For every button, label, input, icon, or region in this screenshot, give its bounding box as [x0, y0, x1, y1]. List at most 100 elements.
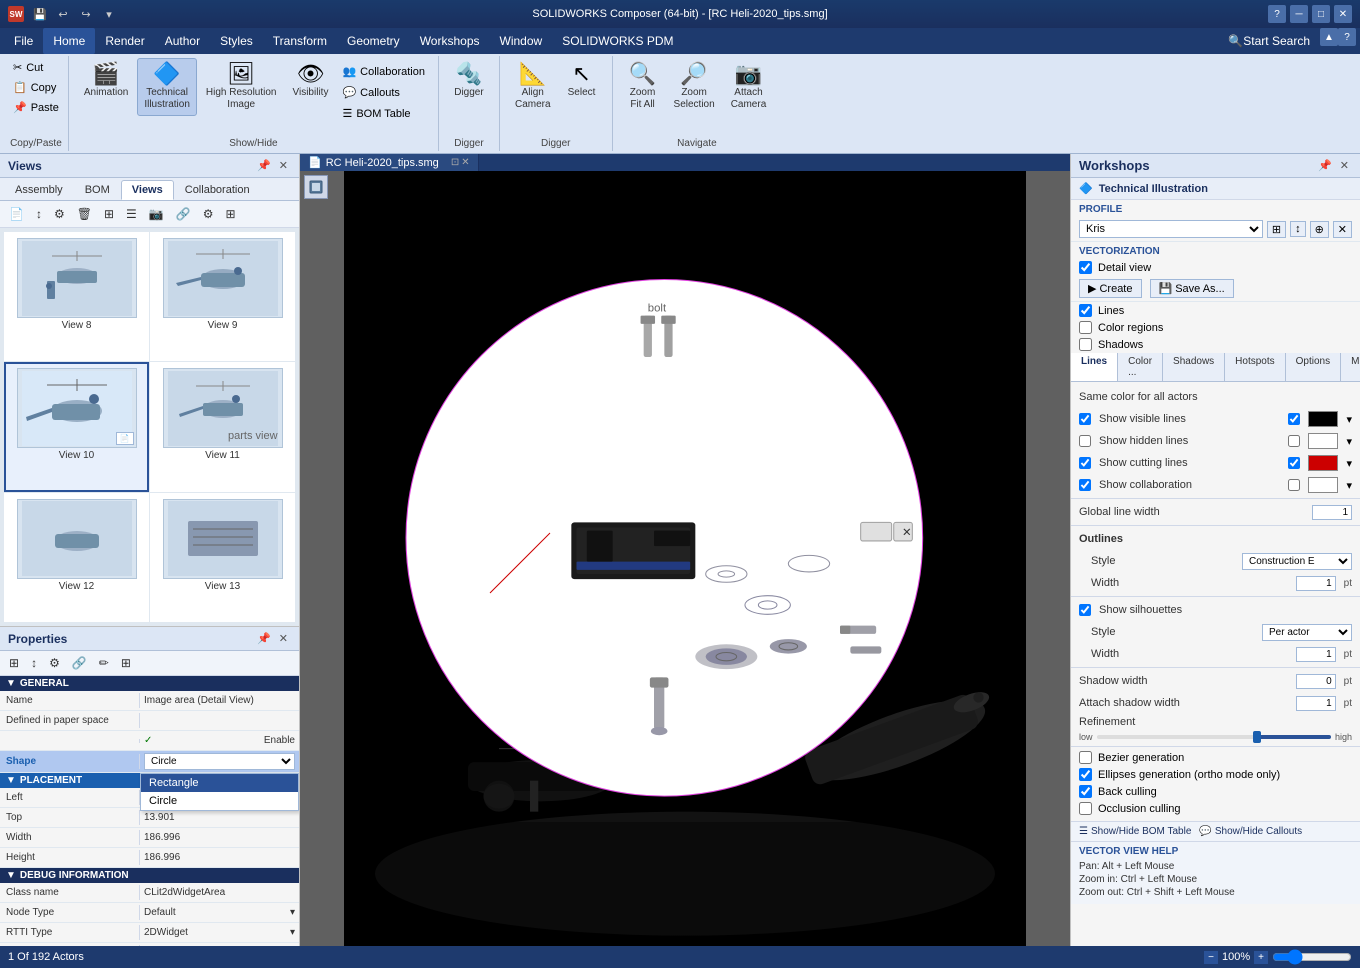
hidden-color-arrow[interactable]: ▾ [1346, 435, 1352, 448]
zoom-selection-button[interactable]: 🔎 ZoomSelection [667, 58, 722, 116]
shadow-width-input[interactable] [1296, 674, 1336, 689]
dropdown-option-rectangle[interactable]: Rectangle [141, 774, 298, 792]
props-btn-4[interactable]: 🔗 [67, 653, 92, 673]
outline-width-input[interactable] [1296, 576, 1336, 591]
tab-lines[interactable]: Lines [1071, 353, 1118, 381]
ribbon-minimize-button[interactable]: ▲ [1320, 28, 1338, 46]
zoom-in-button[interactable]: + [1254, 951, 1268, 964]
customize-qs-button[interactable]: ▾ [99, 5, 119, 23]
tab-hotspots[interactable]: Hotspots [1225, 353, 1285, 381]
show-collab-checkbox2[interactable] [1288, 479, 1300, 491]
props-btn-2[interactable]: ↕ [26, 653, 42, 673]
back-culling-checkbox[interactable] [1079, 785, 1092, 798]
menu-geometry[interactable]: Geometry [337, 28, 410, 54]
menu-workshops[interactable]: Workshops [410, 28, 490, 54]
props-btn-5[interactable]: ✏ [94, 653, 114, 673]
sil-width-input[interactable] [1296, 647, 1336, 662]
view-item-10[interactable]: 📄 View 10 [4, 362, 149, 491]
view-item-8[interactable]: View 8 [4, 232, 149, 361]
bezier-checkbox[interactable] [1079, 751, 1092, 764]
digger-button[interactable]: 🔩 Digger [447, 58, 491, 104]
style-select[interactable]: Construction E [1242, 553, 1352, 570]
attach-camera-button[interactable]: 📷 AttachCamera [724, 58, 774, 116]
menu-transform[interactable]: Transform [263, 28, 337, 54]
refinement-slider[interactable] [1097, 735, 1331, 739]
general-section-header[interactable]: ▼ GENERAL [0, 676, 299, 691]
panel-pin-button[interactable]: 📌 [254, 158, 274, 173]
props-pin-button[interactable]: 📌 [254, 631, 274, 646]
hidden-color-box[interactable] [1308, 433, 1338, 449]
float-button[interactable]: ⊡ [451, 157, 459, 168]
delete-button[interactable]: 🗑 [72, 204, 97, 224]
occlusion-checkbox[interactable] [1079, 802, 1092, 815]
minimize-button[interactable]: ─ [1290, 5, 1308, 23]
viewport-corner-button[interactable] [304, 175, 328, 199]
dropdown-option-circle[interactable]: Circle [141, 792, 298, 810]
color-regions-checkbox[interactable] [1079, 321, 1092, 334]
show-cutting-checkbox2[interactable] [1288, 457, 1300, 469]
menu-window[interactable]: Window [490, 28, 553, 54]
settings-button[interactable]: ⚙ [198, 204, 219, 224]
props-btn-6[interactable]: ⊞ [116, 653, 136, 673]
maximize-button[interactable]: □ [1312, 5, 1330, 23]
tab-bom[interactable]: BOM [74, 180, 121, 200]
props-close-button[interactable]: ✕ [276, 631, 291, 646]
close-button[interactable]: ✕ [1334, 5, 1352, 23]
redo-button[interactable]: ↪ [76, 5, 96, 23]
show-visible-checkbox2[interactable] [1288, 413, 1300, 425]
tab-shadows[interactable]: Shadows [1163, 353, 1225, 381]
filter-button[interactable]: ⚙ [49, 204, 70, 224]
debug-section-header[interactable]: ▼ DEBUG INFORMATION [0, 868, 299, 883]
copy-button[interactable]: 📋 Copy [8, 78, 64, 97]
workshops-pin-button[interactable]: 📌 [1315, 158, 1335, 173]
collab-color-box[interactable] [1308, 477, 1338, 493]
zoom-fit-button[interactable]: 🔍 ZoomFit All [621, 58, 665, 116]
show-visible-checkbox[interactable] [1079, 413, 1091, 425]
cutting-color-box[interactable] [1308, 455, 1338, 471]
align-camera-button[interactable]: 📐 AlignCamera [508, 58, 558, 116]
help-button[interactable]: ? [1268, 5, 1286, 23]
create-button[interactable]: ▶ Create [1079, 279, 1142, 298]
list-view-button[interactable]: ☰ [121, 204, 142, 224]
sil-style-select[interactable]: Per actor [1262, 624, 1352, 641]
menu-search[interactable]: 🔍 Start Search [1218, 28, 1320, 54]
collab-color-arrow[interactable]: ▾ [1346, 479, 1352, 492]
view-item-9[interactable]: View 9 [150, 232, 295, 361]
grid-view-button[interactable]: ⊞ [99, 204, 119, 224]
show-hidden-checkbox[interactable] [1079, 435, 1091, 447]
bom-table-button[interactable]: ☰ BOM Table [337, 104, 430, 123]
technical-illustration-button[interactable]: 🔷 TechnicalIllustration [137, 58, 197, 116]
show-hidden-checkbox2[interactable] [1288, 435, 1300, 447]
menu-pdm[interactable]: SOLIDWORKS PDM [552, 28, 683, 54]
expand-button[interactable]: ⊞ [220, 204, 240, 224]
zoom-slider[interactable] [1272, 949, 1352, 965]
tab-multiple[interactable]: Multiple [1341, 353, 1360, 381]
show-collab-checkbox[interactable] [1079, 479, 1091, 491]
show-hide-callouts-link[interactable]: 💬 Show/Hide Callouts [1199, 826, 1302, 837]
props-btn-1[interactable]: ⊞ [4, 653, 24, 673]
visible-color-box[interactable] [1308, 411, 1338, 427]
profile-btn-2[interactable]: ↕ [1290, 221, 1306, 237]
tab-assembly[interactable]: Assembly [4, 180, 74, 200]
visibility-button[interactable]: 👁 Visibility [286, 58, 336, 104]
save-button[interactable]: 💾 [30, 5, 50, 23]
view-item-13[interactable]: View 13 [150, 493, 295, 622]
tab-options[interactable]: Options [1286, 353, 1341, 381]
paste-button[interactable]: 📌 Paste [8, 98, 64, 117]
props-btn-3[interactable]: ⚙ [44, 653, 65, 673]
animation-button[interactable]: 🎬 Animation [77, 58, 135, 104]
zoom-out-button[interactable]: − [1204, 951, 1218, 964]
profile-select[interactable]: Kris [1079, 220, 1263, 238]
menu-author[interactable]: Author [155, 28, 210, 54]
workshops-close-button[interactable]: ✕ [1337, 158, 1352, 173]
profile-btn-delete[interactable]: ✕ [1333, 221, 1352, 238]
view-item-12[interactable]: View 12 [4, 493, 149, 622]
viewport-tab-main[interactable]: 📄 RC Heli-2020_tips.smg ⊡ ✕ [300, 154, 479, 171]
shadows-checkbox[interactable] [1079, 338, 1092, 351]
camera-button[interactable]: 📷 [144, 204, 169, 224]
shape-select[interactable]: Circle [144, 753, 295, 770]
select-button[interactable]: ↖ Select [560, 58, 604, 104]
tab-collaboration[interactable]: Collaboration [174, 180, 261, 200]
attach-shadow-input[interactable] [1296, 696, 1336, 711]
tab-views[interactable]: Views [121, 180, 174, 200]
